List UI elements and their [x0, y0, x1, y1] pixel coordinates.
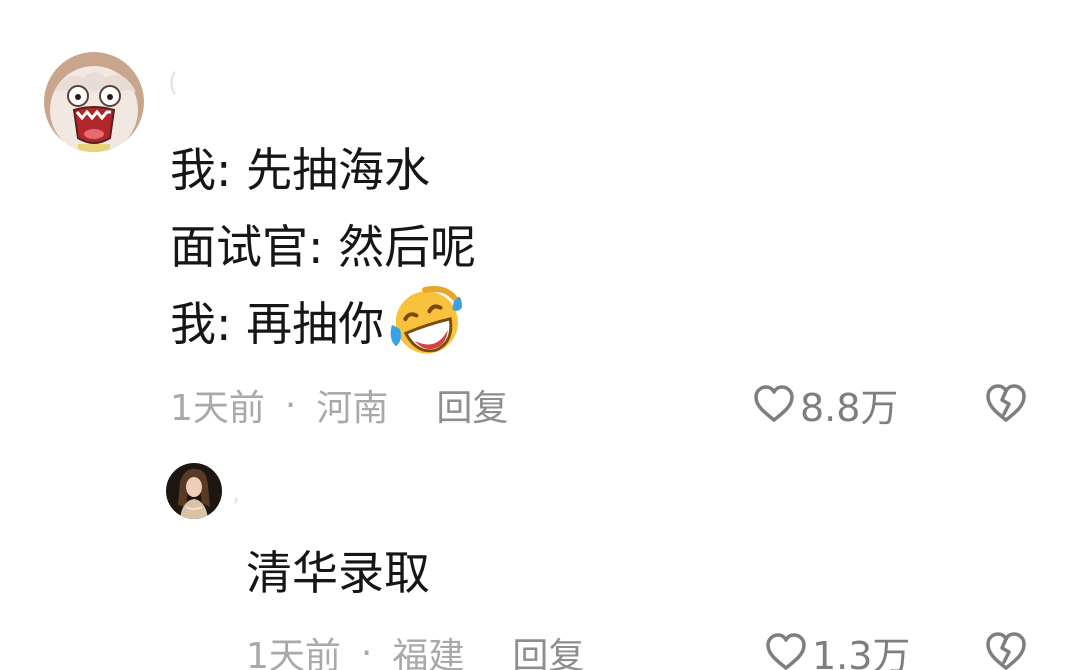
commenter-avatar[interactable] [44, 52, 144, 152]
reply-reply-button[interactable]: 回复 [512, 627, 584, 670]
reply-location: 福建 [392, 636, 465, 670]
comment-meta: 1天前 · 河南 回复 [170, 379, 508, 431]
comment-line-3: 我: 再抽你 [170, 285, 476, 363]
reply-like-button[interactable]: 1.3万 [764, 628, 910, 670]
laughing-crying-emoji-icon [386, 285, 464, 358]
username-placeholder: ( [168, 68, 179, 98]
reply-dislike-button[interactable] [984, 630, 1028, 670]
dislike-button[interactable] [984, 382, 1028, 424]
comment-thread: ( 我: 先抽海水 面试官: 然后呢 我: 再抽你 1天前 · 河南 回复 8.… [0, 0, 1080, 670]
reply-time: 1天前 [246, 636, 341, 670]
comment-line-2: 面试官: 然后呢 [170, 220, 477, 274]
meta-separator: · [284, 384, 297, 426]
woman-portrait-avatar-icon [166, 463, 222, 519]
reply-broken-heart-icon [986, 632, 1026, 670]
comment-line-3-text: 我: 再抽你 [170, 297, 385, 351]
reply-username-placeholder: , [232, 478, 241, 508]
comment-line-1: 我: 先抽海水 [170, 143, 431, 197]
reply-text: 清华录取 [246, 546, 430, 600]
heart-icon [754, 385, 794, 422]
reply-meta: 1天前 · 福建 回复 [246, 630, 584, 670]
replier-avatar[interactable] [166, 463, 222, 519]
reply-like-count: 1.3万 [812, 633, 911, 670]
cartoon-screaming-avatar-icon [44, 52, 144, 152]
reply-meta-separator: · [360, 632, 373, 670]
reply-button[interactable]: 回复 [436, 379, 508, 431]
broken-heart-icon [986, 384, 1026, 422]
comment-text: 我: 先抽海水 面试官: 然后呢 我: 再抽你 [170, 132, 476, 363]
like-count: 8.8万 [800, 385, 899, 430]
like-button[interactable]: 8.8万 [752, 380, 898, 430]
comment-location: 河南 [316, 388, 389, 429]
comment-time: 1天前 [170, 388, 265, 429]
reply-heart-icon [766, 633, 806, 670]
